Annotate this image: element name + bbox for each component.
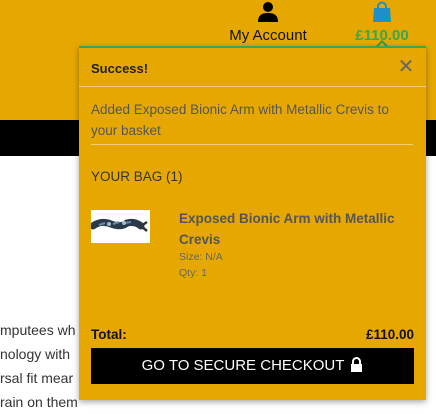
- total-label: Total:: [91, 327, 127, 342]
- bag-item-name: Exposed Bionic Arm with Metallic Crevis: [179, 211, 395, 247]
- success-toast: Success! ✕ Added Exposed Bionic Arm with…: [79, 46, 426, 400]
- bag-item-qty: Qty: 1: [179, 267, 208, 279]
- my-account-label: My Account: [229, 27, 307, 44]
- lock-icon: [351, 357, 363, 373]
- divider: [91, 144, 413, 145]
- toast-header: Success! ✕: [79, 48, 426, 87]
- shopping-bag-link[interactable]: £110.00: [348, 0, 416, 55]
- secure-checkout-button[interactable]: GO TO SECURE CHECKOUT: [91, 348, 414, 384]
- bag-heading: YOUR BAG (1): [91, 169, 183, 184]
- my-account-link[interactable]: My Account: [222, 0, 314, 46]
- checkout-label: GO TO SECURE CHECKOUT: [141, 357, 345, 374]
- toast-title: Success!: [91, 61, 149, 76]
- shopping-bag-icon: [373, 1, 391, 22]
- total-value: £110.00: [365, 327, 414, 342]
- user-icon: [258, 2, 278, 22]
- product-thumbnail: [91, 210, 150, 243]
- toast-message: Added Exposed Bionic Arm with Metallic C…: [91, 102, 389, 138]
- close-icon[interactable]: ✕: [397, 57, 415, 77]
- bag-item-size: Size: N/A: [179, 251, 223, 263]
